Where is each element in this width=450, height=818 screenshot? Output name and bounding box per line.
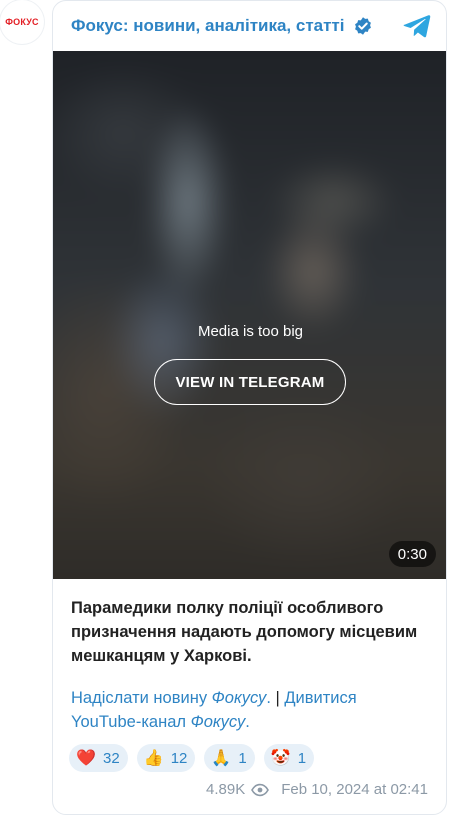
media-too-big-notice: Media is too big (197, 323, 304, 340)
post-card: Фокус: новини, аналітика, статті Media i… (52, 0, 447, 815)
reactions-bar: ❤️ 32 👍 12 🙏 1 🤡 1 (53, 734, 446, 772)
video-preview[interactable]: Media is too big VIEW IN TELEGRAM 0:30 (53, 51, 446, 579)
post-date[interactable]: Feb 10, 2024 at 02:41 (281, 781, 428, 798)
youtube-link-focus: Фокусу (190, 713, 246, 731)
reaction-count: 1 (297, 749, 307, 767)
channel-avatar[interactable]: ФОКУС (0, 0, 44, 44)
reaction-count: 12 (170, 749, 188, 767)
post-links: Надіслати новину Фокусу. | Дивитися YouT… (53, 668, 446, 734)
eye-icon (251, 783, 270, 796)
view-in-telegram-button[interactable]: VIEW IN TELEGRAM (154, 359, 346, 405)
reaction-count: 32 (103, 749, 120, 767)
send-news-link-text: Надіслати новину (71, 689, 212, 707)
post-header: Фокус: новини, аналітика, статті (53, 1, 446, 51)
views-count: 4.89K (206, 781, 246, 798)
reaction-count: 1 (238, 749, 247, 767)
clown-face-icon: 🤡 (270, 750, 291, 767)
channel-name-link[interactable]: Фокус: новини, аналітика, статті (71, 16, 345, 36)
avatar-logo-text: ФОКУС (5, 17, 39, 27)
send-news-link-focus: Фокусу (211, 689, 267, 707)
video-duration-badge: 0:30 (388, 541, 436, 567)
link-separator: | (270, 689, 285, 707)
praying-hands-icon: 🙏 (211, 750, 232, 767)
heart-icon: ❤️ (76, 750, 96, 767)
reaction-heart[interactable]: ❤️ 32 (69, 744, 128, 772)
blurred-video-thumbnail (53, 51, 446, 579)
reaction-thumbs-up[interactable]: 👍 12 (136, 744, 196, 772)
thumbs-up-icon: 👍 (143, 750, 164, 767)
post-text: Парамедики полку поліції особливого приз… (71, 599, 418, 665)
reaction-clown[interactable]: 🤡 1 (263, 744, 315, 772)
post-meta: 4.89K Feb 10, 2024 at 02:41 (53, 772, 446, 798)
verified-badge-icon (354, 17, 371, 35)
reaction-pray[interactable]: 🙏 1 (204, 744, 255, 772)
youtube-link-dot: . (245, 713, 250, 731)
telegram-icon[interactable] (402, 11, 432, 41)
send-news-link[interactable]: Надіслати новину Фокусу. (71, 689, 271, 707)
